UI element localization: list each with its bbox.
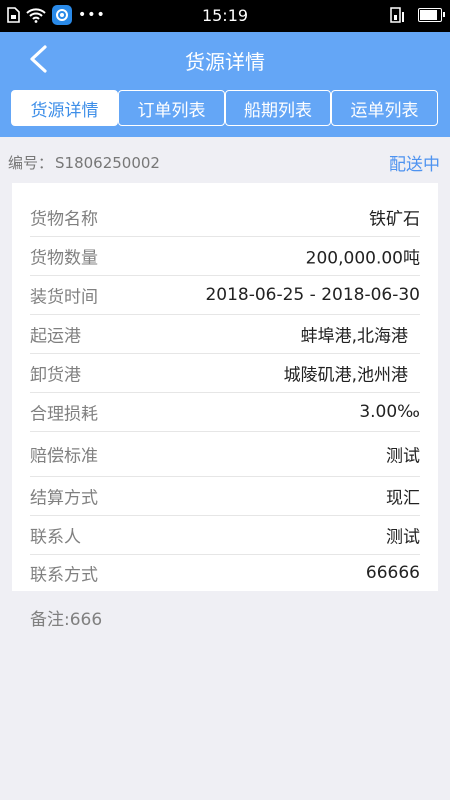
tab-schedule-list[interactable]: 船期列表 <box>225 90 331 126</box>
detail-label: 装货时间 <box>30 287 98 308</box>
detail-row-contact-person: 联系人 测试 <box>30 516 420 555</box>
detail-value: 现汇 <box>386 488 420 509</box>
order-number-value: S1806250002 <box>55 154 160 172</box>
detail-value: 3.00‰ <box>359 402 420 422</box>
detail-label: 结算方式 <box>30 488 98 509</box>
tab-bar: 货源详情 订单列表 船期列表 运单列表 <box>0 88 450 137</box>
detail-label: 联系人 <box>30 527 81 548</box>
battery-icon <box>418 8 445 22</box>
order-number: 编号： S1806250002 <box>8 152 160 173</box>
page-title: 货源详情 <box>185 50 265 74</box>
status-time: 15:19 <box>201 6 249 25</box>
status-right-icons <box>390 6 445 24</box>
detail-value: 城陵矶港,池州港 <box>283 365 408 386</box>
status-badge: 配送中 <box>389 155 440 175</box>
info-header: 编号： S1806250002 配送中 <box>0 137 450 183</box>
detail-row-contact-phone: 联系方式 66666 <box>30 555 420 591</box>
detail-value: 蚌埠港,北海港 <box>300 326 408 347</box>
detail-row-loading-time: 装货时间 2018-06-25 - 2018-06-30 <box>30 276 420 315</box>
status-bar: ••• 15:19 <box>0 0 450 32</box>
detail-value: 66666 <box>365 563 420 583</box>
tab-source-detail[interactable]: 货源详情 <box>11 90 118 126</box>
detail-label: 货物名称 <box>30 209 98 230</box>
detail-value: 测试 <box>386 446 420 467</box>
detail-value: 测试 <box>386 527 420 548</box>
detail-value: 2018-06-25 - 2018-06-30 <box>205 285 420 305</box>
detail-label: 货物数量 <box>30 248 98 269</box>
detail-row-compensation: 赔偿标准 测试 <box>30 432 420 477</box>
detail-row-cargo-name: 货物名称 铁矿石 <box>30 198 420 237</box>
remark-text: 备注:666 <box>30 610 103 630</box>
detail-row-unloading-port: 卸货港 城陵矶港,池州港 <box>30 354 420 393</box>
nav-bar: 货源详情 <box>0 32 450 88</box>
detail-label: 赔偿标准 <box>30 446 98 467</box>
detail-row-settlement: 结算方式 现汇 <box>30 477 420 516</box>
detail-row-cargo-quantity: 货物数量 200,000.00吨 <box>30 237 420 276</box>
tab-waybill-list[interactable]: 运单列表 <box>331 90 438 126</box>
tab-order-list[interactable]: 订单列表 <box>118 90 225 126</box>
detail-label: 起运港 <box>30 326 81 347</box>
detail-label: 联系方式 <box>30 565 98 586</box>
detail-row-departure-port: 起运港 蚌埠港,北海港 <box>30 315 420 354</box>
order-number-label: 编号： <box>8 154 54 172</box>
detail-row-reasonable-loss: 合理损耗 3.00‰ <box>30 393 420 432</box>
detail-label: 卸货港 <box>30 365 81 386</box>
detail-label: 合理损耗 <box>30 404 98 425</box>
detail-value: 200,000.00吨 <box>305 248 420 269</box>
signal-icon <box>390 7 404 23</box>
detail-card: 货物名称 铁矿石 货物数量 200,000.00吨 装货时间 2018-06-2… <box>12 183 438 591</box>
detail-value: 铁矿石 <box>369 209 420 230</box>
